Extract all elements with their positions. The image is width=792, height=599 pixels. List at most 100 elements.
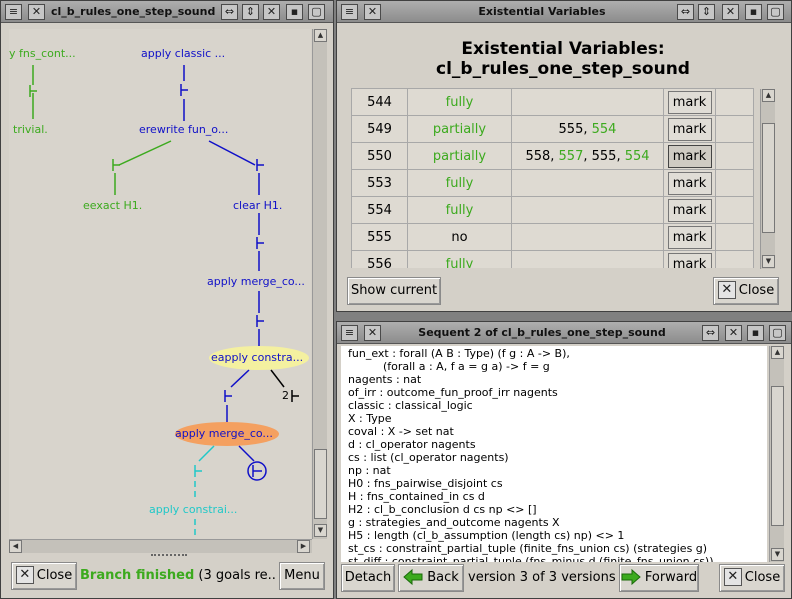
shade-icon[interactable]: ⇔: [677, 4, 694, 20]
evar-id: 555: [351, 223, 408, 251]
scroll-up-icon[interactable]: ▲: [314, 29, 327, 42]
scroll-up-icon[interactable]: ▲: [762, 89, 775, 102]
scroll-thumb[interactable]: [314, 449, 327, 519]
tree-node-eapply-constra[interactable]: eapply constra...: [211, 351, 303, 364]
tree-node-apply-merge-1[interactable]: apply merge_co...: [207, 275, 305, 288]
scroll-thumb[interactable]: [771, 386, 784, 526]
evar-id: 553: [351, 169, 408, 197]
sequent-line: np : nat: [348, 464, 391, 477]
mark-button[interactable]: mark: [667, 90, 712, 114]
table-row: 555 no mark: [351, 223, 754, 251]
minimize-icon[interactable]: ▪: [745, 4, 762, 20]
scroll-thumb[interactable]: [762, 123, 775, 233]
ev-table: 544 fully mark 549 partially 555, 554 mark 550 p…: [351, 88, 754, 268]
scroll-down-icon[interactable]: ▼: [314, 524, 327, 537]
resize-icon[interactable]: ⇕: [698, 4, 715, 20]
turnstile-icon: [256, 237, 264, 249]
close-window-icon[interactable]: ✕: [28, 4, 45, 20]
dependency-ref: 554: [591, 121, 617, 137]
maximize-icon[interactable]: ▢: [308, 4, 325, 20]
window-title: Existential Variables: [478, 5, 606, 18]
tree-node-clear[interactable]: clear H1.: [233, 199, 282, 212]
menu-button[interactable]: Menu: [279, 562, 325, 590]
dependency-ref: 557: [558, 148, 584, 164]
ev-heading-line2: cl_b_rules_one_step_sound: [436, 59, 690, 79]
evar-status: fully: [407, 169, 512, 197]
tree-node-apply-constrai[interactable]: apply constrai...: [149, 503, 237, 516]
scroll-down-icon[interactable]: ▼: [771, 548, 784, 561]
mark-button[interactable]: mark: [667, 252, 712, 268]
window-title: cl_b_rules_one_step_sound proo: [51, 5, 217, 18]
evar-id: 549: [351, 115, 408, 143]
open-goal-icon[interactable]: [247, 461, 267, 481]
tree-node-fns-cont[interactable]: y fns_cont...: [9, 47, 76, 60]
evar-status: fully: [407, 250, 512, 268]
ev-vertical-scrollbar[interactable]: ▲ ▼: [760, 89, 775, 269]
mark-button[interactable]: mark: [667, 144, 712, 168]
status-text: Branch finished (3 goals re...: [80, 568, 276, 583]
evar-dependencies: [511, 88, 664, 116]
table-row: 553 fully mark: [351, 169, 754, 197]
ev-heading-line1: Existential Variables:: [461, 39, 665, 59]
sequent-line: H : fns_contained_in cs d: [348, 490, 485, 503]
close-button[interactable]: ✕ Close: [719, 564, 785, 592]
close-icon: ✕: [15, 565, 34, 584]
close-icon[interactable]: ✕: [263, 4, 280, 20]
close-button[interactable]: ✕ Close: [713, 277, 779, 305]
detach-button[interactable]: Detach: [341, 564, 395, 592]
shade-icon[interactable]: ⇔: [702, 325, 719, 341]
turnstile-icon: [194, 465, 202, 477]
evar-status: partially: [407, 142, 512, 170]
tree-horizontal-scrollbar[interactable]: ◀ ▶: [9, 539, 312, 553]
sequent-text-area[interactable]: fun_ext : forall (A B : Type) (f g : A -…: [341, 346, 767, 562]
evar-status: fully: [407, 196, 512, 224]
tree-node-eexact[interactable]: eexact H1.: [83, 199, 142, 212]
sequent-line: H2 : cl_b_conclusion d cs np <> []: [348, 503, 537, 516]
evar-id: 554: [351, 196, 408, 224]
proof-tree-titlebar[interactable]: ≡ ✕ cl_b_rules_one_step_sound proo ⇔ ⇕ ✕…: [1, 1, 333, 23]
version-label: version 3 of 3 versions: [468, 570, 616, 585]
mark-button[interactable]: mark: [667, 171, 712, 195]
mark-button[interactable]: mark: [667, 198, 712, 222]
forward-button[interactable]: Forward: [619, 564, 699, 592]
tree-vertical-scrollbar[interactable]: ▲ ▼: [312, 29, 327, 539]
window-menu-icon[interactable]: ≡: [5, 4, 22, 20]
close-icon[interactable]: ✕: [722, 4, 739, 20]
ev-titlebar[interactable]: ≡ ✕ Existential Variables ⇔ ⇕ ✕ ▪ ▢: [337, 1, 791, 23]
close-icon[interactable]: ✕: [725, 325, 742, 341]
maximize-icon[interactable]: ▢: [769, 325, 786, 341]
sequent-titlebar[interactable]: ≡ ✕ Sequent 2 of cl_b_rules_one_step_sou…: [337, 322, 791, 344]
mark-button[interactable]: mark: [667, 117, 712, 141]
resize-grip[interactable]: [151, 554, 187, 558]
close-window-icon[interactable]: ✕: [364, 325, 381, 341]
tree-node-trivial[interactable]: trivial.: [13, 123, 48, 136]
scroll-up-icon[interactable]: ▲: [771, 346, 784, 359]
resize-icon[interactable]: ⇕: [242, 4, 259, 20]
tree-node-apply-merge-2[interactable]: apply merge_co...: [175, 427, 273, 440]
tree-node-erewrite[interactable]: erewrite fun_o...: [139, 123, 228, 136]
back-button[interactable]: Back: [398, 564, 464, 592]
close-button[interactable]: ✕ Close: [11, 562, 77, 590]
sequent-line: fun_ext : forall (A B : Type) (f g : A -…: [348, 347, 570, 360]
window-menu-icon[interactable]: ≡: [341, 4, 358, 20]
sequent-vertical-scrollbar[interactable]: ▲ ▼: [769, 346, 784, 562]
proof-tree-canvas[interactable]: y fns_cont... apply classic ... trivial.…: [9, 29, 311, 539]
shade-icon[interactable]: ⇔: [221, 4, 238, 20]
minimize-icon[interactable]: ▪: [747, 325, 764, 341]
window-menu-icon[interactable]: ≡: [341, 325, 358, 341]
show-current-button[interactable]: Show current: [347, 277, 441, 305]
tree-node-apply-classic[interactable]: apply classic ...: [141, 47, 225, 60]
evar-dependencies: [511, 169, 664, 197]
minimize-icon[interactable]: ▪: [286, 4, 303, 20]
sequent-line: nagents : nat: [348, 373, 422, 386]
turnstile-icon: [256, 159, 264, 171]
mark-cell: mark: [663, 115, 716, 143]
scroll-down-icon[interactable]: ▼: [762, 255, 775, 268]
scroll-left-icon[interactable]: ◀: [9, 540, 22, 553]
close-window-icon[interactable]: ✕: [364, 4, 381, 20]
scroll-right-icon[interactable]: ▶: [297, 540, 310, 553]
evar-id: 556: [351, 250, 408, 268]
mark-button[interactable]: mark: [667, 225, 712, 249]
dependency-ref: 555: [591, 148, 617, 164]
maximize-icon[interactable]: ▢: [767, 4, 784, 20]
